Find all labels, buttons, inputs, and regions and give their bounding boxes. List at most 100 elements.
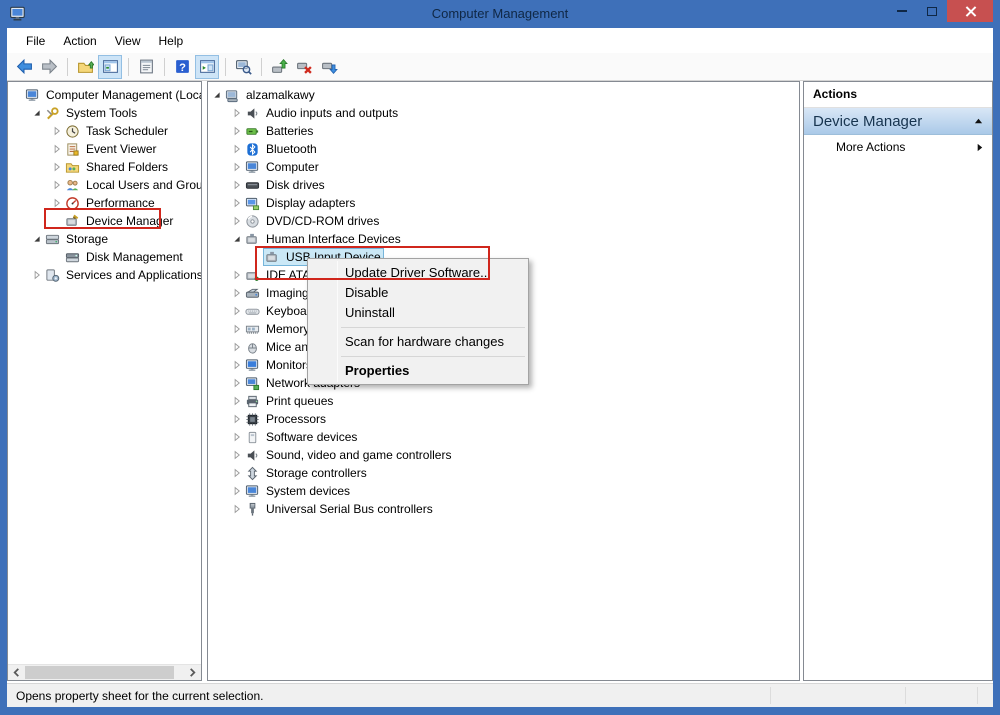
- tree-item-disk-drives[interactable]: Disk drives: [208, 176, 799, 194]
- tree-item-display-adapters[interactable]: Display adapters: [208, 194, 799, 212]
- expander-expanded-icon[interactable]: [30, 106, 44, 120]
- tree-item-sound-video-and-game-controllers[interactable]: Sound, video and game controllers: [208, 446, 799, 464]
- printer-icon: [244, 393, 260, 409]
- menu-file[interactable]: File: [17, 30, 54, 52]
- update-driver-button[interactable]: [267, 55, 291, 79]
- expander-collapsed-icon[interactable]: [230, 142, 244, 156]
- uninstall-device-button[interactable]: [292, 55, 316, 79]
- expander-collapsed-icon[interactable]: [230, 178, 244, 192]
- tree-item-bluetooth[interactable]: Bluetooth: [208, 140, 799, 158]
- expander-collapsed-icon[interactable]: [230, 322, 244, 336]
- tree-item-processors[interactable]: Processors: [208, 410, 799, 428]
- tree-item-services-and-applications[interactable]: Services and Applications: [8, 266, 201, 284]
- actions-section-label: Device Manager: [813, 112, 923, 130]
- expander-collapsed-icon[interactable]: [30, 268, 44, 282]
- expander-collapsed-icon[interactable]: [230, 304, 244, 318]
- more-actions-item[interactable]: More Actions: [804, 135, 992, 159]
- expander-collapsed-icon[interactable]: [230, 484, 244, 498]
- menu-action[interactable]: Action: [54, 30, 105, 52]
- scrollbar-thumb[interactable]: [25, 666, 174, 679]
- computer-management-icon: [24, 87, 40, 103]
- scan-computer-button[interactable]: [231, 55, 255, 79]
- tree-item-task-scheduler[interactable]: Task Scheduler: [8, 122, 201, 140]
- shared-folders-icon: [64, 159, 80, 175]
- tree-item-system-tools[interactable]: System Tools: [8, 104, 201, 122]
- chevron-up-icon[interactable]: [974, 117, 983, 126]
- console-tree-pane: Computer Management (Local System Tools Ta…: [7, 81, 202, 681]
- uninstall-device-icon: [296, 58, 313, 75]
- expander-collapsed-icon[interactable]: [230, 358, 244, 372]
- context-menu-item-uninstall[interactable]: Uninstall: [308, 303, 528, 323]
- export-list-button[interactable]: [73, 55, 97, 79]
- tree-item-system-devices[interactable]: System devices: [208, 482, 799, 500]
- expander-collapsed-icon[interactable]: [230, 394, 244, 408]
- expander-collapsed-icon[interactable]: [230, 376, 244, 390]
- tree-item-event-viewer[interactable]: Event Viewer: [8, 140, 201, 158]
- battery-icon: [244, 123, 260, 139]
- expander-collapsed-icon[interactable]: [50, 124, 64, 138]
- help-button[interactable]: ?: [170, 55, 194, 79]
- tree-item-print-queues[interactable]: Print queues: [208, 392, 799, 410]
- tree-item-label: Computer Management (Local: [46, 88, 202, 102]
- actions-section-device-manager[interactable]: Device Manager: [804, 108, 992, 135]
- tree-item-disk-management[interactable]: Disk Management: [8, 248, 201, 266]
- context-menu-item-scan-for-hardware-changes[interactable]: Scan for hardware changes: [308, 332, 528, 352]
- tree-item-software-devices[interactable]: Software devices: [208, 428, 799, 446]
- tree-item-label: Print queues: [266, 394, 334, 408]
- tree-item-local-users-and-groups[interactable]: Local Users and Groups: [8, 176, 201, 194]
- menu-view[interactable]: View: [106, 30, 150, 52]
- context-menu-separator: [308, 352, 528, 361]
- expander-collapsed-icon[interactable]: [230, 340, 244, 354]
- expander-collapsed-icon[interactable]: [230, 124, 244, 138]
- maximize-button[interactable]: [917, 0, 947, 22]
- expander-collapsed-icon[interactable]: [230, 106, 244, 120]
- tree-item-label: Software devices: [266, 430, 358, 444]
- expander-collapsed-icon[interactable]: [50, 178, 64, 192]
- tree-item-audio-inputs-and-outputs[interactable]: Audio inputs and outputs: [208, 104, 799, 122]
- expander-collapsed-icon[interactable]: [230, 214, 244, 228]
- expander-collapsed-icon[interactable]: [230, 412, 244, 426]
- disable-device-button[interactable]: [317, 55, 341, 79]
- tree-item-label: Bluetooth: [266, 142, 317, 156]
- expander-expanded-icon[interactable]: [210, 88, 224, 102]
- tree-item-storage[interactable]: Storage: [8, 230, 201, 248]
- tree-item-label: Processors: [266, 412, 327, 426]
- expander-collapsed-icon[interactable]: [230, 268, 244, 282]
- expander-collapsed-icon[interactable]: [50, 142, 64, 156]
- expander-collapsed-icon[interactable]: [230, 160, 244, 174]
- tree-item-universal-serial-bus-controllers[interactable]: Universal Serial Bus controllers: [208, 500, 799, 518]
- action-pane-toggle-button[interactable]: [195, 54, 219, 79]
- back-button[interactable]: [12, 55, 36, 79]
- annotation-box-device-manager: [44, 208, 161, 229]
- system-devices-icon: [244, 483, 260, 499]
- tree-item-storage-controllers[interactable]: Storage controllers: [208, 464, 799, 482]
- expander-collapsed-icon[interactable]: [230, 448, 244, 462]
- context-menu-item-disable[interactable]: Disable: [308, 283, 528, 303]
- expander-collapsed-icon[interactable]: [50, 160, 64, 174]
- toolbar-separator: [67, 57, 68, 76]
- tree-item-dvd-cd-rom-drives[interactable]: DVD/CD-ROM drives: [208, 212, 799, 230]
- console-tree-toggle-icon: [102, 58, 119, 75]
- minimize-button[interactable]: [887, 0, 917, 22]
- tree-item-shared-folders[interactable]: Shared Folders: [8, 158, 201, 176]
- tree-item-computer[interactable]: Computer: [208, 158, 799, 176]
- expander-collapsed-icon[interactable]: [230, 502, 244, 516]
- menu-help[interactable]: Help: [150, 30, 193, 52]
- expander-expanded-icon[interactable]: [230, 232, 244, 246]
- expander-collapsed-icon[interactable]: [230, 196, 244, 210]
- tree-item-batteries[interactable]: Batteries: [208, 122, 799, 140]
- scroll-right-arrow-icon[interactable]: [184, 665, 201, 680]
- close-button[interactable]: [947, 0, 993, 22]
- tree-item-alzamalkawy[interactable]: alzamalkawy: [208, 86, 799, 104]
- context-menu-item-properties[interactable]: Properties: [308, 361, 528, 381]
- scroll-left-arrow-icon[interactable]: [8, 665, 25, 680]
- tree-item-computer-management-local[interactable]: Computer Management (Local: [8, 86, 201, 104]
- expander-collapsed-icon[interactable]: [230, 430, 244, 444]
- expander-collapsed-icon[interactable]: [230, 286, 244, 300]
- expander-collapsed-icon[interactable]: [230, 466, 244, 480]
- forward-button[interactable]: [37, 55, 61, 79]
- properties-button[interactable]: [134, 55, 158, 79]
- expander-expanded-icon[interactable]: [30, 232, 44, 246]
- console-tree-toggle-button[interactable]: [98, 54, 122, 79]
- horizontal-scrollbar[interactable]: [8, 664, 201, 680]
